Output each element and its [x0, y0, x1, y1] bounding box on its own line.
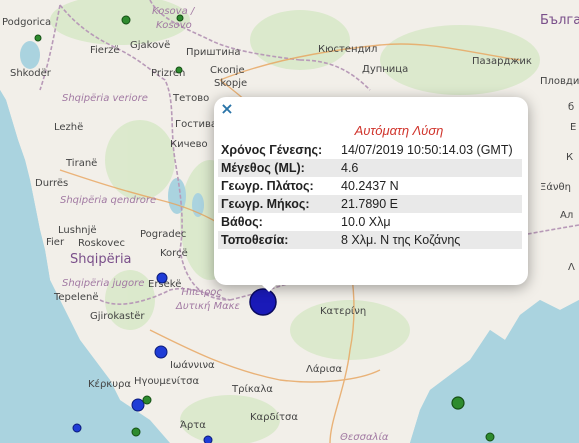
label-dytiki: Δυτική Μακε — [175, 300, 241, 312]
detail-key: Γεωγρ. Μήκος: — [218, 195, 338, 213]
label-shqiperia: Shqipëria — [70, 252, 132, 267]
label-edge-b: б — [568, 102, 574, 113]
label-shqiperia-qendrore: Shqipëria qendrore — [60, 195, 156, 206]
quake-marker[interactable] — [142, 395, 152, 405]
label-trikala: Τρίκαλα — [231, 383, 273, 395]
label-xanthi: Ξάνθη — [540, 181, 571, 193]
quake-marker[interactable] — [203, 435, 213, 443]
label-bulgaria: Бълга — [540, 13, 579, 28]
detail-key: Μέγεθος (ML): — [218, 159, 338, 177]
detail-row: Τοποθεσία: 8 Χλμ. Ν της Κοζάνης — [218, 231, 522, 249]
label-edge-k: К — [566, 152, 573, 163]
detail-value: 4.6 — [338, 159, 522, 177]
detail-value: 8 Χλμ. Ν της Κοζάνης — [338, 231, 522, 249]
label-shqiperia-jugore: Shqipëria jugore — [62, 278, 144, 289]
label-durres: Durrës — [35, 178, 68, 189]
label-lezhe: Lezhë — [54, 122, 83, 133]
label-kichevo: Кичево — [170, 139, 208, 150]
detail-value: 40.2437 N — [341, 179, 399, 193]
label-skopje-cyr: Скопје — [210, 64, 245, 76]
detail-row: Χρόνος Γένεσης: 14/07/2019 10:50:14.03 (G… — [218, 141, 522, 159]
quake-marker[interactable] — [156, 272, 168, 284]
label-kyustendil: Кюстендил — [318, 44, 377, 55]
label-shkoder: Shkodër — [10, 68, 52, 79]
label-skopje-lat: Skopje — [214, 78, 247, 89]
quake-marker[interactable] — [131, 398, 145, 412]
close-icon[interactable]: × — [220, 101, 234, 117]
quake-marker[interactable] — [176, 14, 184, 22]
quake-marker[interactable] — [34, 34, 42, 42]
label-tetovo: Тетово — [172, 93, 209, 104]
label-fier: Fier — [46, 237, 65, 248]
label-tirane: Tiranë — [65, 158, 97, 169]
detail-key: Τοποθεσία: — [218, 231, 338, 249]
label-shqiperia-veriore: Shqipëria veriore — [62, 93, 148, 104]
event-popup: × Αυτόματη Λύση Χρόνος Γένεσης: 14/07/201… — [214, 97, 528, 285]
quake-marker[interactable] — [485, 432, 495, 442]
label-igoumenitsa: Ηγουμενίτσα — [134, 375, 199, 387]
label-kerkyra: Κέρκυρα — [88, 378, 131, 390]
label-larisa: Λάρισα — [306, 363, 343, 375]
label-pogradec: Pogradec — [140, 229, 186, 240]
detail-value: 21.7890 E — [338, 195, 522, 213]
detail-row: Βάθος: 10.0 Χλμ — [218, 213, 522, 231]
label-dupnitsa: Дупница — [362, 64, 408, 75]
label-roskovec: Roskovec — [78, 238, 125, 249]
popup-pointer — [260, 283, 278, 292]
lake-ohrid — [168, 178, 186, 214]
label-pristina: Приштина — [186, 47, 241, 58]
event-details-table: Χρόνος Γένεσης: 14/07/2019 10:50:14.03 (G… — [218, 141, 522, 249]
label-katerini: Κατερίνη — [320, 305, 366, 317]
label-karditsa: Καρδίτσα — [250, 411, 298, 423]
label-epiros: Ήπειρος — [180, 286, 222, 298]
detail-key: Βάθος: — [221, 215, 263, 229]
label-kosovo: Kosovo — [156, 20, 192, 31]
label-pazardzhik: Пазарджик — [472, 56, 532, 67]
label-lushnje: Lushnjë — [58, 225, 97, 236]
label-arta: Άρτα — [180, 419, 206, 431]
label-gjakove: Gjakovë — [130, 40, 170, 51]
lake-shkoder — [20, 41, 40, 69]
detail-key: Χρόνος Γένεσης: — [221, 143, 323, 157]
label-tepelene: Tepelenë — [53, 292, 98, 303]
detail-row: Γεωγρ. Μήκος: 21.7890 E — [218, 195, 522, 213]
detail-value: 10.0 Χλμ — [341, 215, 391, 229]
quake-marker[interactable] — [154, 345, 168, 359]
label-edge-l: Λ — [568, 262, 575, 273]
label-ioannina: Ιωάννινα — [170, 359, 215, 371]
label-plovdiv: Пловдив — [540, 76, 579, 87]
label-gjirokaster: Gjirokastër — [90, 311, 145, 322]
detail-row: Μέγεθος (ML): 4.6 — [218, 159, 522, 177]
quake-marker[interactable] — [72, 423, 82, 433]
quake-marker[interactable] — [121, 15, 131, 25]
label-podgorica: Podgorica — [2, 17, 51, 28]
quake-marker[interactable] — [451, 396, 465, 410]
label-korce: Korçë — [160, 248, 188, 259]
detail-value: 14/07/2019 10:50:14.03 (GMT) — [341, 143, 513, 157]
detail-key: Γεωγρ. Πλάτος: — [221, 179, 314, 193]
selected-quake-marker[interactable] — [249, 288, 277, 316]
label-kosova: Kosova / — [152, 6, 196, 17]
label-edge-e: Е — [570, 122, 576, 133]
popup-title: Αυτόματη Λύση — [354, 123, 444, 138]
label-fierze: Fierzë — [90, 45, 119, 56]
quake-marker[interactable] — [175, 66, 183, 74]
detail-row: Γεωγρ. Πλάτος: 40.2437 N — [218, 177, 522, 195]
label-edge-al: Ал — [560, 210, 573, 221]
quake-marker[interactable] — [131, 427, 141, 437]
label-thessalia: Θεσσαλία — [340, 431, 389, 443]
